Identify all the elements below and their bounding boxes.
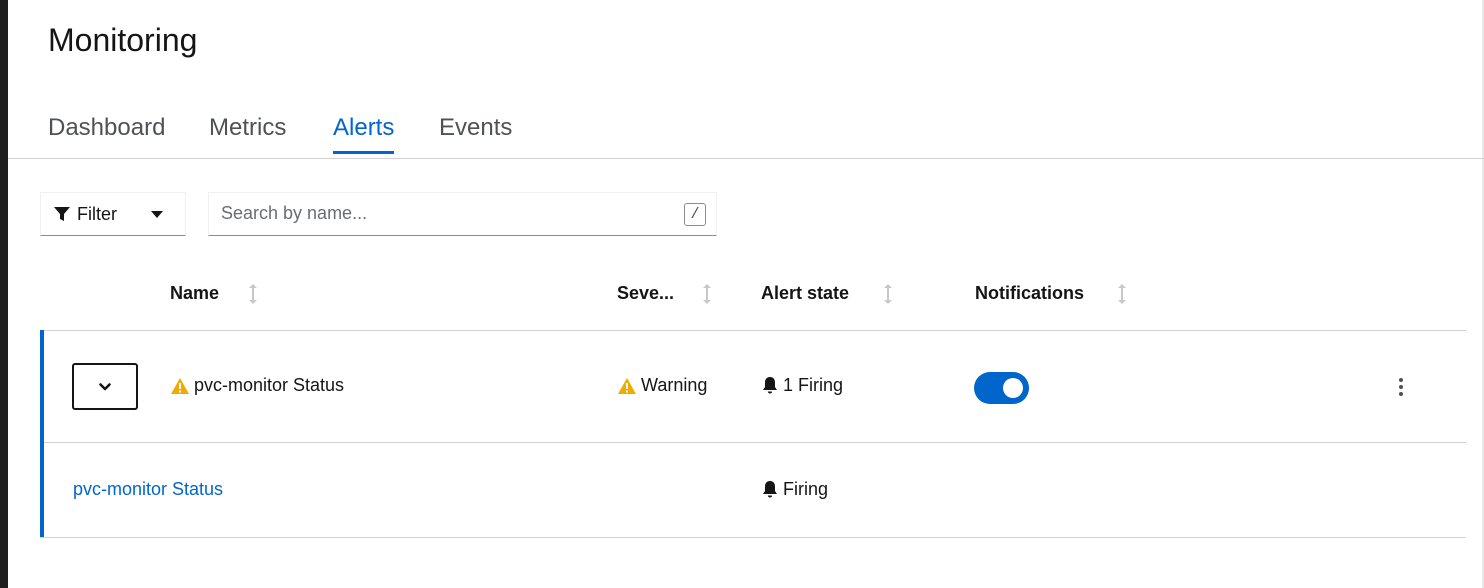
keyboard-shortcut-hint: / <box>684 203 706 226</box>
child-alert-state-value: Firing <box>783 479 829 499</box>
severity-value: Warning <box>641 375 708 395</box>
filter-dropdown[interactable]: Filter <box>40 192 186 236</box>
chevron-down-icon <box>99 382 111 390</box>
bell-icon <box>763 377 777 394</box>
window-edge <box>0 0 8 588</box>
expand-row-button[interactable] <box>72 363 138 410</box>
search-box: / <box>208 192 717 236</box>
tab-dashboard[interactable]: Dashboard <box>48 114 165 154</box>
alert-name-cell: pvc-monitor Status <box>170 375 344 396</box>
table-header-divider <box>40 330 1466 331</box>
column-header-notifications[interactable]: Notifications <box>975 283 1084 304</box>
toggle-knob <box>1003 378 1023 398</box>
warning-icon <box>618 377 636 394</box>
caret-down-icon <box>151 211 163 218</box>
page-title: Monitoring <box>48 22 198 58</box>
severity-cell: Warning <box>617 375 707 396</box>
sort-icon[interactable] <box>883 283 893 305</box>
column-header-severity[interactable]: Seve... <box>617 283 674 304</box>
tab-metrics[interactable]: Metrics <box>209 114 286 154</box>
column-header-alert-state[interactable]: Alert state <box>761 283 849 304</box>
expanded-row-indicator <box>40 330 44 538</box>
notifications-toggle[interactable] <box>974 372 1029 404</box>
column-header-name[interactable]: Name <box>170 283 219 304</box>
filter-icon <box>54 207 70 221</box>
alert-name: pvc-monitor Status <box>194 375 345 395</box>
row-divider <box>44 442 1466 443</box>
search-input[interactable] <box>221 193 681 233</box>
kebab-icon[interactable] <box>1392 374 1410 400</box>
bell-icon <box>763 481 777 498</box>
table-bottom-divider <box>40 537 1466 538</box>
sort-icon[interactable] <box>702 283 712 305</box>
warning-icon <box>171 377 189 394</box>
alert-state-cell: 1 Firing <box>761 375 843 396</box>
alert-state-value: 1 Firing <box>783 375 844 395</box>
child-alert-link[interactable]: pvc-monitor Status <box>73 479 223 500</box>
tab-events[interactable]: Events <box>439 114 512 154</box>
child-alert-state-cell: Firing <box>761 479 828 500</box>
filter-label: Filter <box>77 203 117 224</box>
sort-icon[interactable] <box>248 283 258 305</box>
tab-alerts[interactable]: Alerts <box>333 114 395 154</box>
sort-icon[interactable] <box>1117 283 1127 305</box>
tab-bar: Dashboard Metrics Alerts Events <box>8 100 1484 159</box>
